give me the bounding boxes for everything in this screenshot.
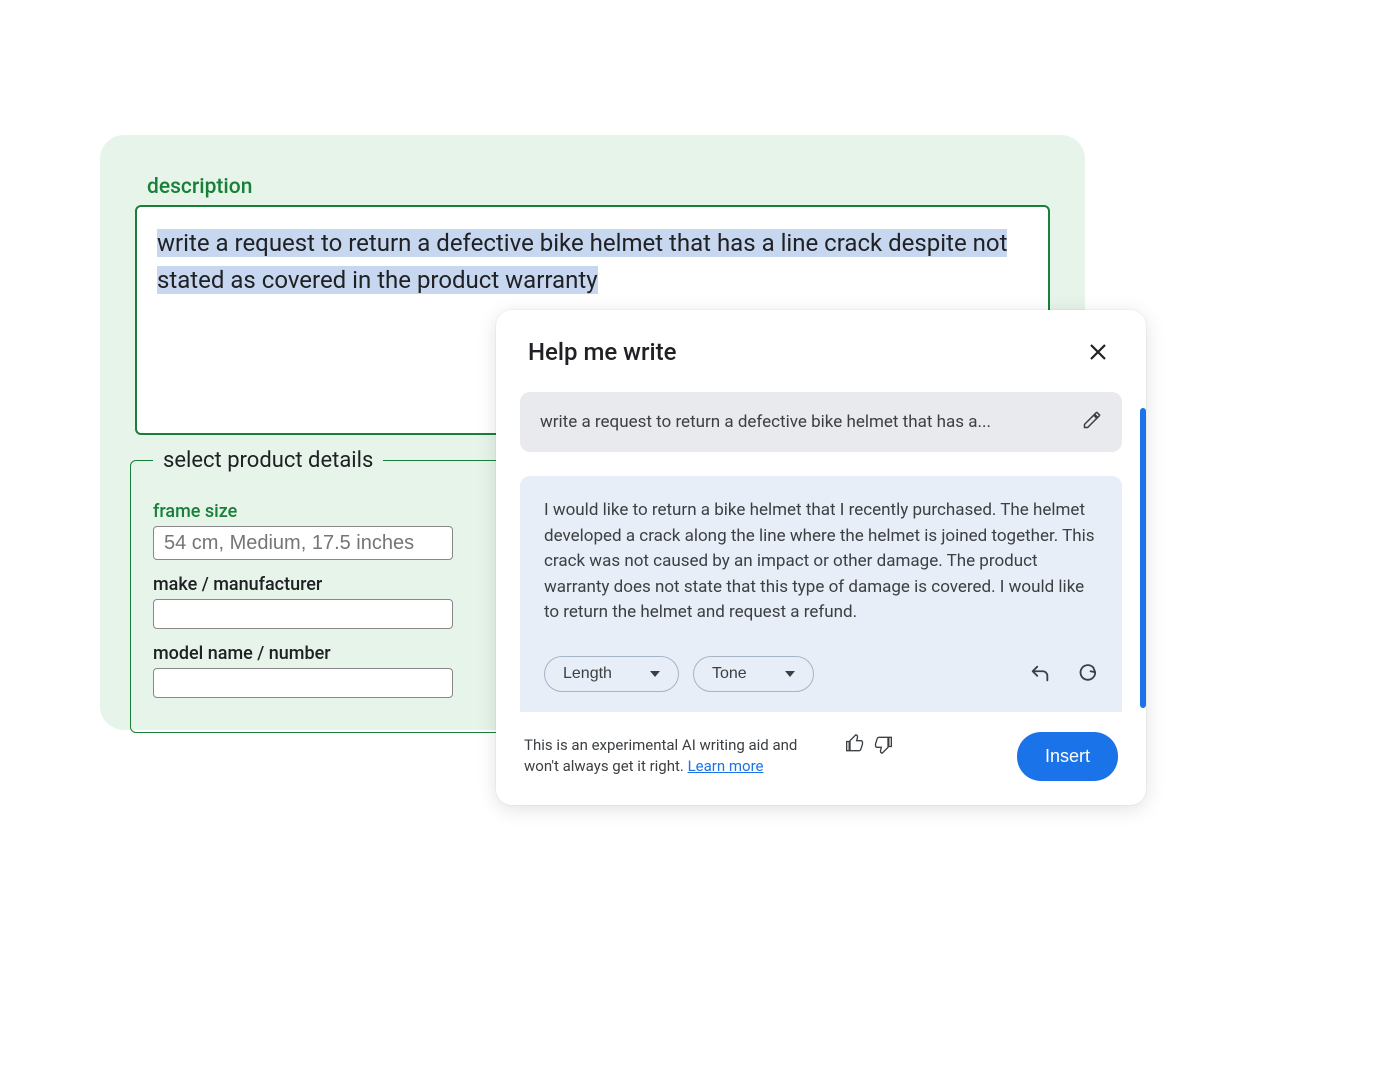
help-me-write-dialog: Help me write write a request to return … <box>496 310 1146 805</box>
response-box: I would like to return a bike helmet tha… <box>520 476 1122 712</box>
action-icons <box>1028 662 1098 686</box>
footer-text: This is an experimental AI writing aid a… <box>524 735 834 777</box>
thumbs-down-button[interactable] <box>872 733 894 755</box>
undo-button[interactable] <box>1028 662 1052 686</box>
footer-left: This is an experimental AI writing aid a… <box>524 735 894 777</box>
length-label: Length <box>563 665 612 683</box>
edit-icon[interactable] <box>1082 410 1102 434</box>
chevron-down-icon <box>785 671 795 677</box>
description-text: write a request to return a defective bi… <box>157 229 1007 294</box>
dropdowns: Length Tone <box>544 656 814 692</box>
prompt-box[interactable]: write a request to return a defective bi… <box>520 392 1122 452</box>
thumbs-down-icon <box>873 734 893 754</box>
tone-dropdown[interactable]: Tone <box>693 656 814 692</box>
frame-size-input[interactable] <box>153 526 453 560</box>
feedback-thumbs <box>844 733 894 755</box>
redo-icon <box>1075 663 1097 685</box>
learn-more-link[interactable]: Learn more <box>688 757 764 775</box>
thumbs-up-icon <box>845 734 865 754</box>
dialog-title: Help me write <box>528 338 676 366</box>
controls-row: Length Tone <box>544 656 1098 692</box>
chevron-down-icon <box>650 671 660 677</box>
insert-button[interactable]: Insert <box>1017 732 1118 781</box>
tone-label: Tone <box>712 665 747 683</box>
description-label: description <box>147 175 1050 199</box>
length-dropdown[interactable]: Length <box>544 656 679 692</box>
undo-icon <box>1029 663 1051 685</box>
redo-button[interactable] <box>1074 662 1098 686</box>
response-text: I would like to return a bike helmet tha… <box>544 498 1098 626</box>
dialog-footer: This is an experimental AI writing aid a… <box>496 712 1146 805</box>
fieldset-legend: select product details <box>153 448 383 473</box>
close-button[interactable] <box>1082 336 1114 368</box>
close-icon <box>1089 343 1107 361</box>
dialog-header: Help me write <box>496 310 1146 392</box>
make-input[interactable] <box>153 599 453 629</box>
thumbs-up-button[interactable] <box>844 733 866 755</box>
model-input[interactable] <box>153 668 453 698</box>
scrollbar[interactable] <box>1140 408 1146 708</box>
prompt-text: write a request to return a defective bi… <box>540 412 991 432</box>
